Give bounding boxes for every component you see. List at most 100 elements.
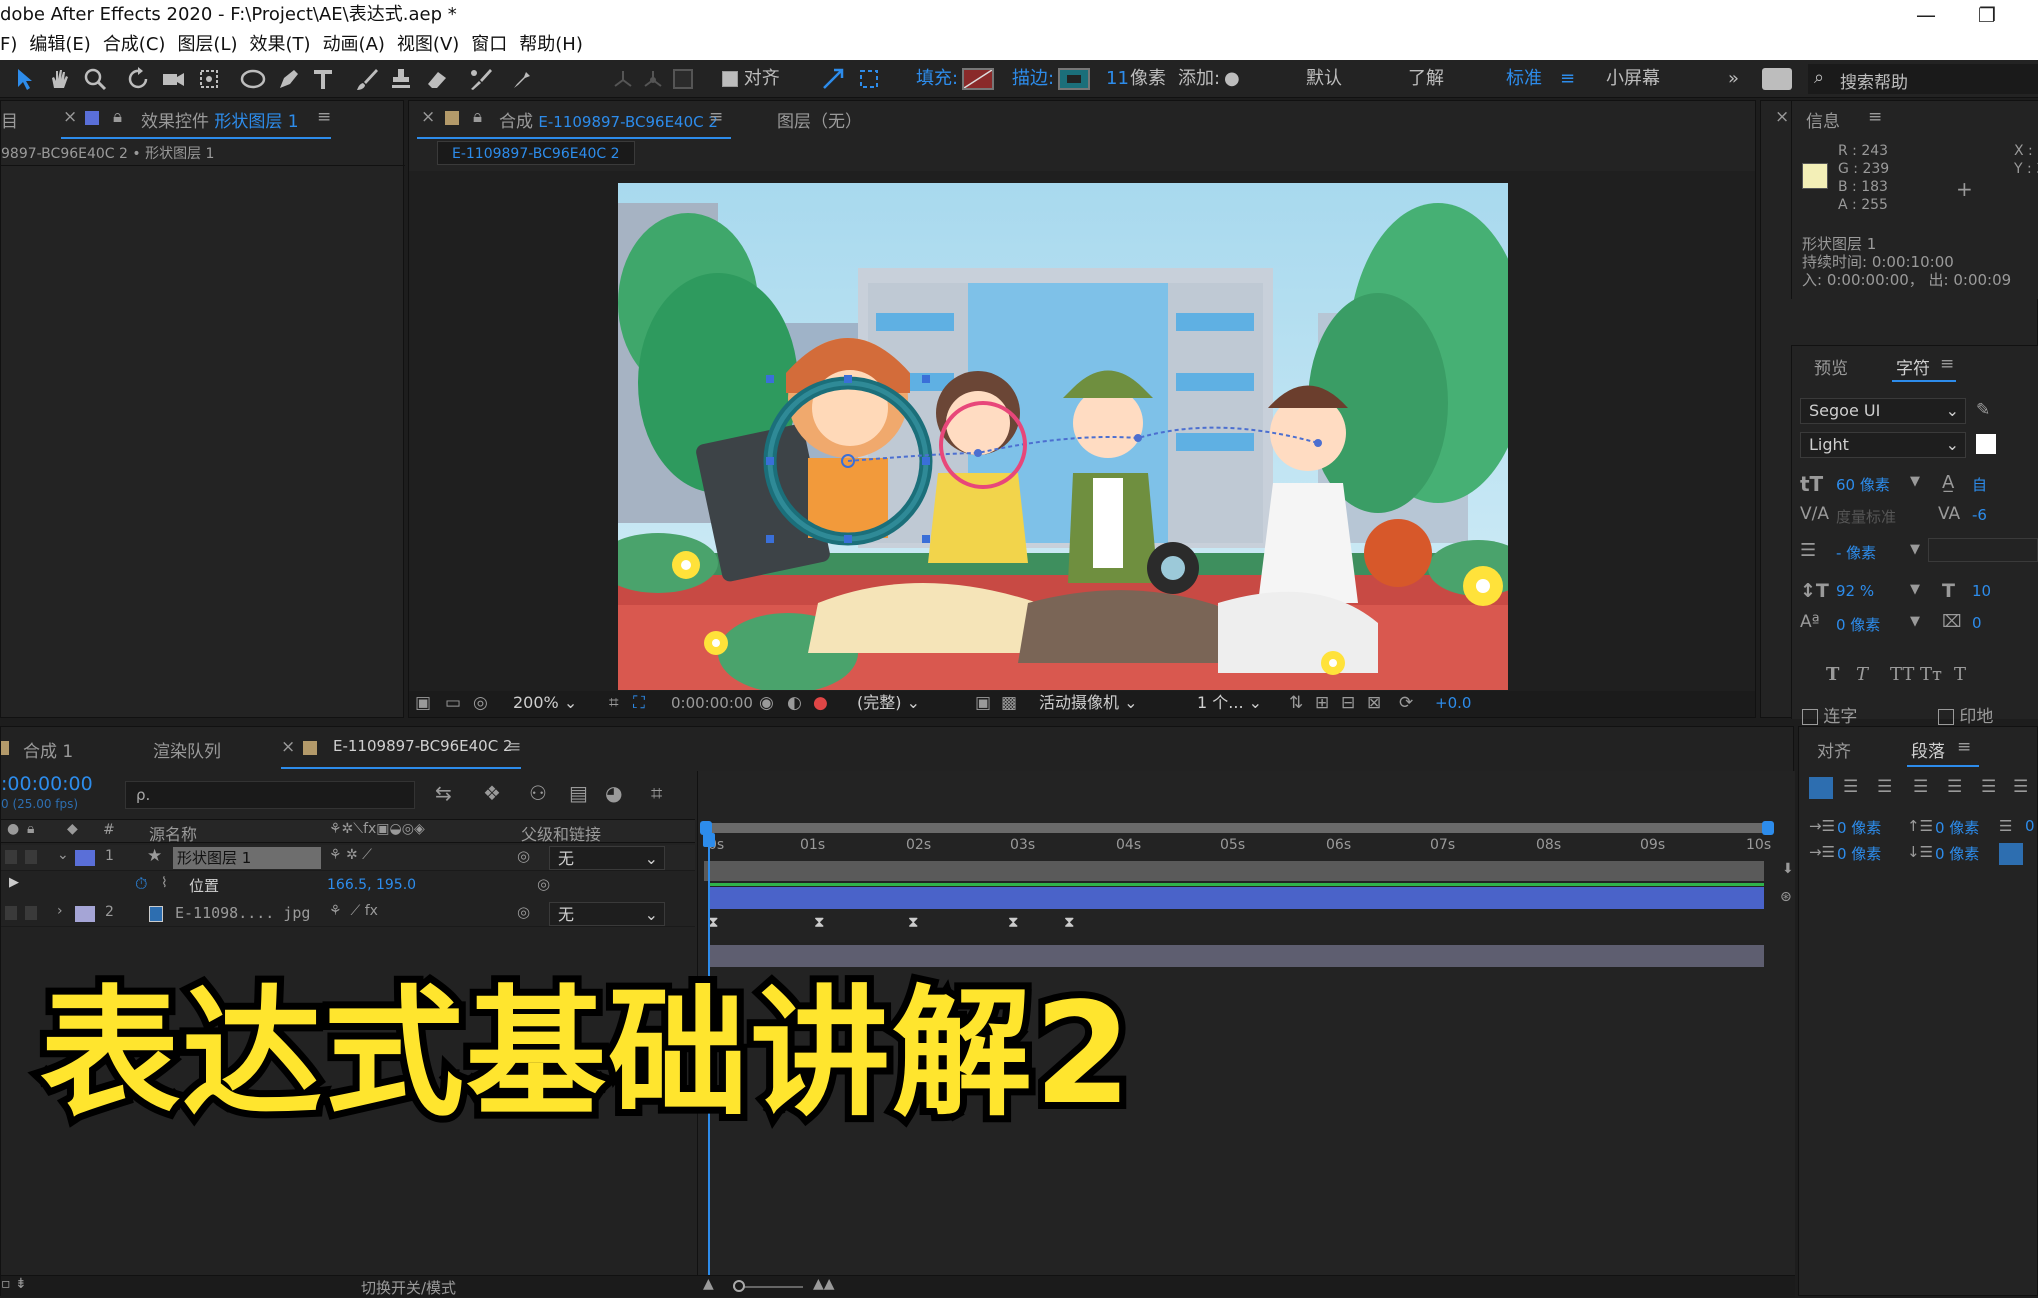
work-area-end-handle[interactable] bbox=[1762, 821, 1774, 835]
restore-button[interactable]: ❐ bbox=[1978, 0, 1996, 30]
collapse-arrow-icon[interactable]: ⌄ bbox=[57, 847, 69, 863]
comp-marker-bin-icon[interactable]: ⬇ bbox=[1782, 861, 1794, 877]
comp-tab[interactable]: 合成 E-1109897-BC96E40C 2 bbox=[499, 107, 718, 132]
comp-button-icon[interactable]: ⊛ bbox=[1780, 889, 1792, 905]
tsume-value[interactable]: 0 bbox=[1972, 614, 1982, 632]
layer-viewer-tab[interactable]: 图层（无） bbox=[777, 107, 862, 132]
eyedropper-icon[interactable]: ✎ bbox=[1976, 400, 1990, 420]
layer-1-duration-bar[interactable] bbox=[708, 887, 1764, 909]
stroke-swatch[interactable] bbox=[1058, 68, 1090, 90]
comp-flowchart-icon[interactable]: ⊠ bbox=[1367, 693, 1381, 713]
faux-italic-button[interactable]: T bbox=[1856, 664, 1868, 685]
pickwhip-icon[interactable]: ◎ bbox=[517, 903, 530, 921]
layer-row-2[interactable]: › 2 E-11098.... jpg ⚘ ⟋ fx ◎ 无 ⌄ bbox=[1, 901, 695, 927]
space-after-value[interactable]: 0 像素 bbox=[1935, 843, 1979, 864]
align-tab[interactable]: 对齐 bbox=[1817, 737, 1851, 762]
minimize-button[interactable]: — bbox=[1916, 0, 1936, 30]
align-right-button[interactable]: ☰ bbox=[1877, 777, 1892, 797]
hindi-digits-option[interactable]: 印地 bbox=[1938, 702, 1993, 727]
indent-right-value[interactable]: 0 bbox=[2025, 817, 2035, 835]
justify-left-button[interactable]: ☰ bbox=[1913, 777, 1928, 797]
comp-breadcrumb[interactable]: E-1109897-BC96E40C 2 bbox=[437, 141, 635, 165]
axis-local-icon[interactable] bbox=[610, 66, 636, 92]
source-name-header[interactable]: 源名称 bbox=[149, 821, 197, 845]
menu-help[interactable]: 帮助(H) bbox=[519, 34, 583, 55]
space-before-value[interactable]: 0 像素 bbox=[1935, 817, 1979, 838]
layer-row-1[interactable]: ⌄ 1 ★ 形状图层 1 ⚘ ✲ ⟋ ◎ 无 ⌄ bbox=[1, 845, 695, 871]
zoom-slider-handle[interactable] bbox=[733, 1280, 745, 1292]
kerning-value[interactable]: 度量标准 bbox=[1836, 506, 1896, 527]
baseline-shift-value[interactable]: 0 像素 bbox=[1836, 614, 1880, 635]
add-menu-icon[interactable]: ● bbox=[1224, 60, 1240, 98]
close-timeline-tab-icon[interactable]: × bbox=[281, 737, 295, 757]
info-menu-icon[interactable]: ≡ bbox=[1868, 107, 1882, 127]
grid-icon[interactable]: ⌗ bbox=[609, 693, 619, 713]
ligatures-option[interactable]: 连字 bbox=[1802, 702, 1857, 727]
mask-visibility-icon[interactable]: ⛶ bbox=[633, 693, 645, 713]
stroke-width-value[interactable]: 11 bbox=[1106, 60, 1129, 98]
layer-name[interactable]: E-11098.... jpg bbox=[175, 904, 310, 922]
transparency-grid-icon[interactable]: ▩ bbox=[1001, 693, 1017, 713]
frame-blending-icon[interactable]: ▤ bbox=[569, 781, 588, 805]
font-style-dropdown[interactable]: Light ⌄ bbox=[1800, 432, 1966, 458]
close-comp-tab-icon[interactable]: × bbox=[421, 107, 435, 127]
zoom-in-icon[interactable]: ▲▲ bbox=[813, 1276, 835, 1292]
font-family-dropdown[interactable]: Segoe UI ⌄ bbox=[1800, 398, 1966, 424]
baseline-caret-icon[interactable]: ▼ bbox=[1910, 614, 1920, 629]
snap-edges-icon[interactable] bbox=[820, 66, 846, 92]
auto-leading-value[interactable]: 自 bbox=[1972, 474, 1987, 495]
vr-icon[interactable]: ◎ bbox=[473, 693, 488, 713]
workspace-menu-icon[interactable]: ≡ bbox=[1560, 60, 1575, 98]
display-icon[interactable]: ▭ bbox=[445, 693, 461, 713]
font-size-caret-icon[interactable]: ▼ bbox=[1910, 474, 1920, 489]
lock-icon[interactable]: 🔒︎ bbox=[113, 107, 122, 127]
menu-composition[interactable]: 合成(C) bbox=[103, 34, 166, 55]
hindi-digits-checkbox[interactable] bbox=[1938, 709, 1954, 725]
stroke-style-dropdown[interactable] bbox=[1928, 538, 2038, 562]
layer-switches[interactable]: ⚘ ✲ ⟋ bbox=[329, 847, 372, 863]
timeline-timecode[interactable]: :00:00:00 bbox=[1, 773, 93, 795]
small-caps-button[interactable]: Tт bbox=[1920, 664, 1942, 685]
type-tool-icon[interactable] bbox=[310, 66, 336, 92]
paragraph-menu-icon[interactable]: ≡ bbox=[1957, 737, 1971, 757]
eraser-tool-icon[interactable] bbox=[424, 66, 450, 92]
menu-effect[interactable]: 效果(T) bbox=[250, 34, 311, 55]
layer-name[interactable]: 形状图层 1 bbox=[173, 847, 321, 869]
layer-2-duration-bar[interactable] bbox=[708, 945, 1764, 967]
justify-center-button[interactable]: ☰ bbox=[1947, 777, 1962, 797]
help-search-box[interactable]: ⌕ 搜索帮助 bbox=[1808, 64, 2038, 94]
align-left-button[interactable] bbox=[1809, 777, 1833, 799]
zoom-dropdown[interactable]: 200% ⌄ bbox=[505, 691, 591, 717]
flowchart-icon[interactable]: ⊟ bbox=[1341, 693, 1355, 713]
snapshot-icon[interactable]: ◉ bbox=[759, 693, 774, 713]
tab-render-queue[interactable]: 渲染队列 bbox=[153, 737, 221, 762]
workspace-default[interactable]: 默认 bbox=[1306, 60, 1342, 98]
exposure-value[interactable]: +0.0 bbox=[1435, 694, 1471, 712]
parent-dropdown[interactable]: 无 ⌄ bbox=[549, 846, 665, 870]
timeline-icon[interactable]: ⊞ bbox=[1315, 693, 1329, 713]
stroke-width-char-value[interactable]: - 像素 bbox=[1836, 542, 1876, 563]
puppet-pin-tool-icon[interactable] bbox=[510, 66, 536, 92]
workspace-standard[interactable]: 标准 bbox=[1506, 60, 1542, 98]
reset-exposure-icon[interactable]: ⟳ bbox=[1399, 693, 1413, 713]
snapping-toggle[interactable]: 对齐 bbox=[722, 60, 780, 98]
axis-view-icon[interactable] bbox=[670, 66, 696, 92]
layer-search-input[interactable]: ρ. bbox=[125, 781, 415, 809]
close-panel-icon[interactable]: × bbox=[1775, 107, 1789, 127]
font-size-value[interactable]: 60 像素 bbox=[1836, 474, 1890, 495]
brush-tool-icon[interactable] bbox=[354, 66, 380, 92]
pen-tool-icon[interactable] bbox=[276, 66, 302, 92]
work-area-bar[interactable] bbox=[704, 823, 1772, 833]
parent-link-header[interactable]: 父级和链接 bbox=[521, 821, 601, 845]
viewer-timecode[interactable]: 0:00:00:00 bbox=[671, 694, 753, 712]
comp-panel-menu-icon[interactable]: ≡ bbox=[709, 107, 723, 127]
justify-all-button[interactable]: ☰ bbox=[2013, 777, 2028, 797]
layer-label-color[interactable] bbox=[75, 906, 95, 922]
expression-pickwhip-icon[interactable]: ◎ bbox=[537, 875, 550, 893]
menu-layer[interactable]: 图层(L) bbox=[177, 34, 237, 55]
keyframe-nav-icon[interactable]: ▶ bbox=[9, 875, 19, 890]
info-tab[interactable]: 信息 bbox=[1806, 107, 1840, 132]
character-menu-icon[interactable]: ≡ bbox=[1940, 354, 1954, 374]
toggle-switches-modes[interactable]: 切换开关/模式 bbox=[361, 1277, 456, 1298]
snapping-checkbox[interactable] bbox=[722, 71, 738, 87]
